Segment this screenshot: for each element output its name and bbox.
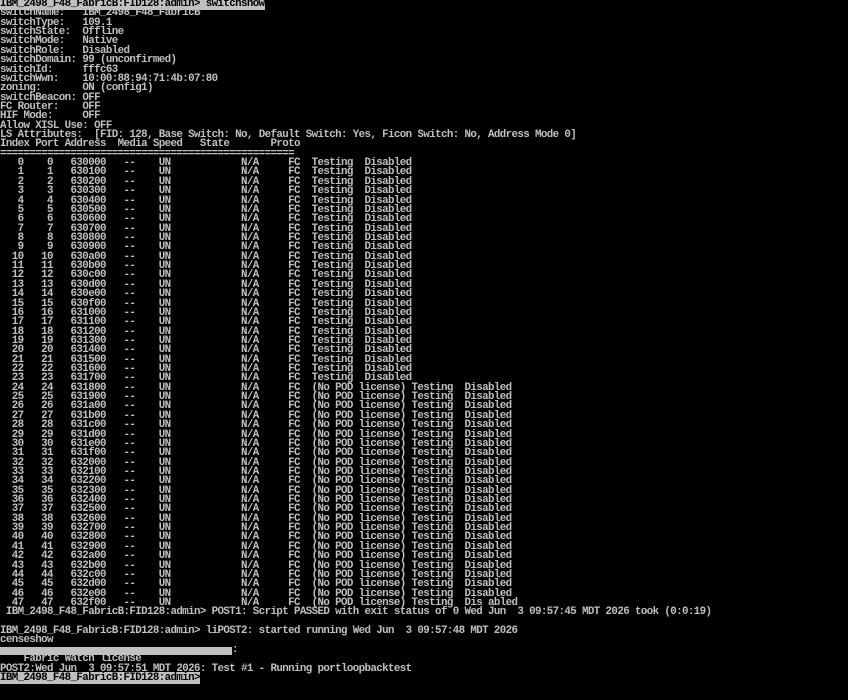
- switch-info-line: HIF Mode: OFF: [0, 111, 848, 122]
- final-prompt[interactable]: IBM_2498_F48_FabricB:FID128:admin>: [0, 671, 848, 684]
- switch-info-block: switchName: IBM_2498_F48_FabricB switchTy…: [0, 8, 848, 140]
- switch-info-line: switchState: Offline: [0, 27, 848, 38]
- tail-line: IBM_2498_F48_FabricB:FID128:admin> POST1…: [0, 606, 712, 619]
- switch-info-line: FC Router: OFF: [0, 102, 848, 113]
- terminal-window[interactable]: IBM_2498_F48_FabricB:FID128:admin> switc…: [0, 0, 848, 700]
- switch-info-line: zoning: ON (config1): [0, 83, 848, 94]
- switch-info-line: switchBeacon: OFF: [0, 92, 848, 103]
- tail-line: censeshow: [0, 634, 54, 647]
- tail-output: IBM_2498_F48_FabricB:FID128:admin> POST1…: [0, 606, 848, 647]
- tail-line: IBM_2498_F48_FabricB:FID128:admin> liPOS…: [0, 625, 518, 638]
- port-table: 0 0 630000 -- UN N/A FC Testing Disabled…: [0, 157, 848, 608]
- switch-info-line: switchName: IBM_2498_F48_FabricB: [0, 8, 848, 19]
- switch-info-line: switchDomain: 99 (unconfirmed): [0, 55, 848, 66]
- switch-info-line: switchType: 109.1: [0, 17, 848, 28]
